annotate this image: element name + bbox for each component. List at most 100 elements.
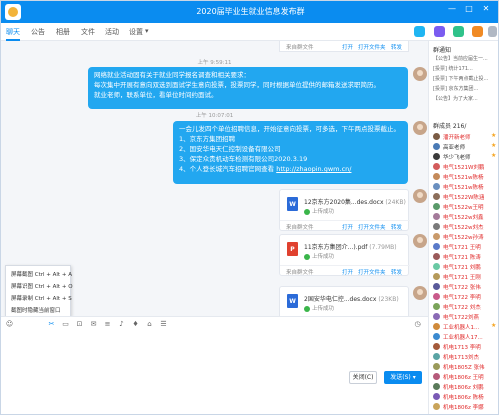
member-row[interactable]: 电气1522w刘杰 [433, 222, 498, 232]
member-name: 电气1722 李明 [443, 295, 481, 301]
tab-activity[interactable]: 活动 [105, 27, 119, 37]
member-row[interactable]: 机电1806z 刘鹏 [433, 382, 498, 392]
file-open-folder-link[interactable]: 打开文件夹 [358, 43, 386, 51]
tab-album[interactable]: 相册 [56, 27, 70, 37]
notice-item[interactable]: 【公告】当前应届生一... [433, 55, 498, 62]
menu-item-screen-record[interactable]: 屏幕录制 Ctrl + Alt + S [11, 294, 72, 302]
admin-star-icon: ★ [491, 142, 497, 149]
emoji-icon[interactable]: ☺ [5, 320, 14, 329]
tab-chat[interactable]: 聊天 [6, 27, 20, 37]
member-row[interactable]: 机电1713 李明 [433, 342, 498, 352]
avatar [433, 393, 440, 400]
close-window-button[interactable]: ✕ [479, 4, 493, 13]
member-row[interactable]: 机电1806z 李娜 [433, 402, 498, 412]
menu-item-screen-ocr[interactable]: 屏幕识图 Ctrl + Alt + O [11, 282, 73, 290]
member-row[interactable]: 电气1521w陈杨 [433, 172, 498, 182]
file-forward-link[interactable]: 转发 [391, 43, 402, 51]
message-bubble[interactable]: 一会儿发四个单位招聘信息，开始征意向投票，可多选，下午两点投票截止。 1、京东方… [173, 121, 408, 184]
send-button[interactable]: 发送(S) ▾ [384, 371, 422, 384]
screen-share-icon[interactable] [453, 26, 464, 37]
home-icon[interactable]: ⌂ [145, 320, 154, 329]
avatar[interactable] [413, 189, 427, 203]
avatar [433, 143, 440, 150]
member-row[interactable]: 工业机器人1... ★ [433, 322, 498, 332]
minimize-button[interactable]: — [445, 4, 459, 13]
member-row[interactable]: 电气1721 陈涛 [433, 252, 498, 262]
member-row[interactable]: 电气1522w孙涛 [433, 232, 498, 242]
tab-settings-caret[interactable]: ▾ [145, 27, 149, 35]
member-row[interactable]: 电气1721 王刚 [433, 272, 498, 282]
notice-item[interactable]: [投票] 下午两点截止投... [433, 75, 498, 82]
phone-icon[interactable] [414, 26, 425, 37]
history-icon[interactable]: ◷ [413, 320, 422, 329]
menu-item-hide-window[interactable]: 截图时隐藏当前窗口 [11, 306, 61, 314]
member-row[interactable]: 电气1722刘燕 [433, 312, 498, 322]
apps-icon[interactable] [472, 26, 483, 37]
member-name: 工业机器人17... [443, 335, 483, 341]
message-bubble[interactable]: 网络就业活动固有关于就业同学报名调查和相关要求： 每次集中开展有意向双选到面试学… [88, 67, 408, 109]
mail-icon[interactable]: ✉ [89, 320, 98, 329]
zhaopin-link[interactable]: http://zhaopin.gwm.cn/ [276, 165, 351, 173]
group-side-panel: 群通知 【公告】当前应届生一... [投票] 统计171... [投票] 下午两… [428, 41, 498, 414]
file-open-link[interactable]: 打开 [342, 268, 353, 276]
member-row[interactable]: 电气1722 张伟 [433, 282, 498, 292]
more-icon[interactable] [488, 26, 497, 37]
gift-icon[interactable]: ♦ [131, 320, 140, 329]
member-row[interactable]: 电气1522w刘鑫 [433, 212, 498, 222]
member-row[interactable]: 电气1521W刘鹏 [433, 162, 498, 172]
file-open-link[interactable]: 打开 [342, 43, 353, 51]
timestamp: 上午 10:07:01 [195, 113, 234, 119]
avatar[interactable] [413, 234, 427, 248]
tab-files[interactable]: 文件 [81, 27, 95, 37]
file-open-folder-link[interactable]: 打开文件夹 [358, 223, 386, 231]
notice-item[interactable]: 【公告】为了大家... [433, 95, 498, 102]
file-forward-link[interactable]: 转发 [391, 268, 402, 276]
music-icon[interactable]: ♪ [117, 320, 126, 329]
member-row[interactable]: 电气1521w陈杨 [433, 182, 498, 192]
member-row[interactable]: 电气1522W陈涵 [433, 192, 498, 202]
avatar[interactable] [413, 286, 427, 300]
member-row[interactable]: 机电1806z 王明 [433, 372, 498, 382]
close-button[interactable]: 关闭(C) [349, 371, 377, 384]
menu-icon[interactable]: ☰ [159, 320, 168, 329]
member-row[interactable]: 潘开新老师 ★ [433, 132, 498, 142]
member-row[interactable]: 机电1806z 陈杨 [433, 392, 498, 402]
message-line: 每次集中开展有意向双选到面试学生意向投票，投票同学，同时根据单位提供的邮箱发送求… [94, 81, 380, 89]
message-list-item: 4、个人登长城汽车招聘官网查看 [179, 165, 275, 173]
avatar[interactable] [413, 121, 427, 135]
file-forward-link[interactable]: 转发 [391, 223, 402, 231]
tab-announcement[interactable]: 公告 [31, 27, 45, 37]
tab-settings[interactable]: 设置 [129, 27, 143, 37]
maximize-button[interactable]: □ [462, 4, 476, 13]
member-row[interactable]: 华少飞老师 ★ [433, 152, 498, 162]
member-row[interactable]: 电气1721 刘鹏 [433, 262, 498, 272]
file-card[interactable]: P 11京东方集团介...).pdf (7.79MB) 上传成功 来自群文件 打… [279, 234, 410, 276]
file-open-folder-link[interactable]: 打开文件夹 [358, 268, 386, 276]
word-doc-icon: W [287, 294, 298, 308]
top-file-footer: 来自群文件 打开 打开文件夹 转发 [279, 41, 409, 52]
menu-item-screenshot[interactable]: 屏幕截图 Ctrl + Alt + A [11, 270, 72, 278]
notice-item[interactable]: [投票] 统计171... [433, 65, 498, 72]
folder-icon[interactable]: ▭ [61, 320, 70, 329]
notice-item[interactable]: [投票] 京东方集团... [433, 85, 498, 92]
avatar[interactable] [413, 67, 427, 81]
member-row[interactable]: 电气1722 李明 [433, 292, 498, 302]
admin-star-icon: ★ [491, 322, 497, 329]
file-card[interactable]: W 2国安华电仁控...des.docx (23KB) 上传成功 来自群文件 打… [279, 286, 409, 316]
member-row[interactable]: 电气1721 王明 [433, 242, 498, 252]
member-row[interactable]: 机电1713刘杰 [433, 352, 498, 362]
file-open-link[interactable]: 打开 [342, 223, 353, 231]
member-name: 机电1713 李明 [443, 345, 481, 351]
member-row[interactable]: 工业机器人17... [433, 332, 498, 342]
file-card[interactable]: W 12京东方2020集...des.docx (24KB) 上传成功 来自群文… [279, 189, 410, 231]
send-options-caret[interactable]: ▾ [413, 374, 416, 381]
member-row[interactable]: 机电1805Z 张伟 [433, 362, 498, 372]
scissors-icon[interactable]: ✂ [47, 320, 56, 329]
list-icon[interactable]: ≡ [103, 320, 112, 329]
avatar [433, 243, 440, 250]
member-row[interactable]: 高亚老师 ★ [433, 142, 498, 152]
video-call-icon[interactable] [434, 26, 445, 37]
image-icon[interactable]: ⊡ [75, 320, 84, 329]
member-row[interactable]: 电气1522w王明 [433, 202, 498, 212]
member-row[interactable]: 电气1722 刘杰 [433, 302, 498, 312]
